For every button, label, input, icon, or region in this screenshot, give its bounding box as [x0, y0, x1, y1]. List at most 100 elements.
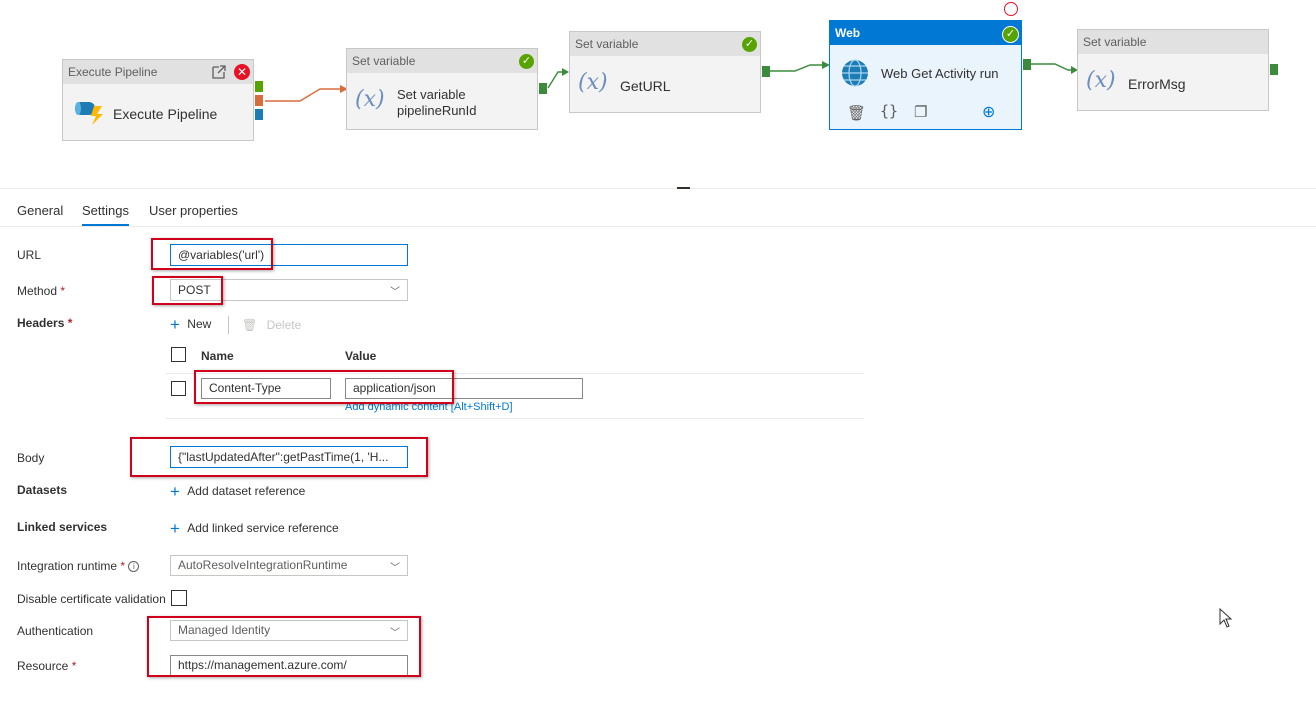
clone-icon[interactable]: ❐ — [914, 103, 927, 121]
activity-name: GetURL — [620, 78, 671, 94]
url-value: @variables('url') — [178, 248, 265, 262]
success-port[interactable] — [255, 81, 263, 92]
linked-services-label: Linked services — [17, 520, 108, 534]
header-name-value: Content-Type — [209, 381, 282, 395]
activity-type-label: Web — [835, 26, 861, 40]
url-label: URL — [17, 248, 42, 262]
body-input[interactable]: {"lastUpdatedAfter":getPastTime(1, 'H... — [170, 446, 408, 468]
resize-handle[interactable] — [677, 187, 690, 189]
execute-pipeline-icon — [75, 102, 103, 125]
success-check-icon: ✓ — [519, 54, 534, 69]
chevron-down-icon: ﹀ — [390, 563, 400, 574]
chevron-down-icon: ﹀ — [390, 628, 400, 639]
method-value: POST — [178, 283, 211, 297]
failure-port[interactable] — [255, 95, 263, 106]
pipeline-canvas[interactable]: Execute Pipeline ✕ Execute Pipeline Set … — [0, 0, 1316, 188]
set-variable-geturl-activity[interactable]: Set variable ✓ (x) GetURL — [569, 31, 761, 113]
activity-name: Web Get Activity run — [881, 66, 999, 81]
resource-input[interactable]: https://management.azure.com/ — [170, 655, 408, 676]
column-header-name: Name — [201, 349, 234, 363]
completion-port[interactable] — [255, 109, 263, 120]
header-name-input[interactable]: Content-Type — [201, 378, 331, 399]
header-table-bottom — [166, 418, 864, 419]
delete-label: Delete — [266, 318, 302, 332]
toolbar-separator — [228, 316, 229, 334]
activity-header: Web ✓ — [830, 21, 1021, 45]
activity-type-label: Set variable — [575, 37, 639, 51]
delete-header-button[interactable]: 🗑 Delete — [242, 318, 301, 332]
web-activity-error-indicator — [1004, 2, 1018, 16]
select-all-checkbox[interactable] — [171, 347, 186, 362]
add-dataset-reference-button[interactable]: + Add dataset reference — [170, 482, 305, 502]
dynamic-content-hint[interactable]: Add dynamic content [Alt+Shift+D] — [345, 401, 513, 413]
header-row-divider — [166, 373, 864, 374]
error-icon[interactable]: ✕ — [234, 64, 250, 80]
required-marker: * — [120, 559, 126, 573]
plus-icon: + — [170, 315, 180, 334]
header-value-input[interactable]: application/json — [345, 378, 583, 399]
integration-runtime-label: Integration runtime * i — [17, 559, 140, 573]
chevron-down-icon: ﹀ — [390, 287, 400, 298]
method-label-text: Method — [17, 284, 58, 298]
authentication-value: Managed Identity — [178, 623, 271, 637]
variable-icon: (x) — [578, 70, 608, 95]
required-marker: * — [67, 316, 73, 330]
method-label: Method * — [17, 284, 65, 298]
set-variable-pipelinerunid-activity[interactable]: Set variable ✓ (x) Set variable pipeline… — [346, 48, 538, 130]
activity-type-label: Set variable — [352, 54, 416, 68]
web-get-activity-run[interactable]: Web ✓ Web Get Activity run 🗑 {} ❐ ⊕ — [829, 20, 1022, 130]
success-check-icon: ✓ — [742, 37, 757, 52]
tab-general[interactable]: General — [17, 203, 63, 218]
add-dataset-label: Add dataset reference — [187, 484, 306, 498]
activity-name-line1: Set variable — [397, 87, 466, 102]
plus-icon: + — [170, 482, 180, 501]
url-input[interactable]: @variables('url') — [170, 244, 408, 266]
failure-connector — [265, 88, 340, 102]
authentication-label: Authentication — [17, 624, 94, 638]
required-marker: * — [71, 659, 77, 673]
new-header-button[interactable]: + New — [170, 315, 211, 335]
open-external-icon[interactable] — [211, 64, 227, 80]
authentication-select[interactable]: Managed Identity ﹀ — [170, 620, 408, 641]
datasets-label: Datasets — [17, 483, 68, 497]
activity-header: Set variable ✓ — [570, 32, 760, 56]
disable-cert-label: Disable certificate validation — [17, 592, 166, 606]
success-connector-1 — [547, 71, 562, 89]
activity-header: Set variable ✓ — [347, 49, 537, 73]
headers-label: Headers * — [17, 316, 72, 330]
success-port[interactable] — [539, 83, 547, 94]
variable-icon: (x) — [1086, 68, 1116, 93]
panel-divider — [0, 188, 1316, 189]
success-check-icon: ✓ — [1002, 26, 1019, 43]
new-label: New — [187, 317, 212, 331]
dynamic-hint-text: Add dynamic content — [345, 401, 448, 413]
info-icon[interactable]: i — [128, 561, 140, 572]
mouse-cursor-icon — [1219, 608, 1233, 628]
delete-icon[interactable]: 🗑 — [847, 104, 866, 122]
activity-type-label: Execute Pipeline — [68, 65, 158, 79]
delete-icon: 🗑 — [242, 318, 258, 332]
execute-pipeline-activity[interactable]: Execute Pipeline ✕ Execute Pipeline — [62, 59, 254, 141]
integration-runtime-select[interactable]: AutoResolveIntegrationRuntime ﹀ — [170, 555, 408, 576]
tabs-divider — [0, 226, 1316, 227]
resource-label: Resource * — [17, 659, 76, 673]
tab-user-properties[interactable]: User properties — [149, 203, 238, 218]
add-linked-service-reference-button[interactable]: + Add linked service reference — [170, 519, 339, 539]
tab-settings[interactable]: Settings — [82, 203, 129, 226]
success-port[interactable] — [762, 66, 770, 77]
method-select[interactable]: POST ﹀ — [170, 279, 408, 301]
add-output-icon[interactable]: ⊕ — [982, 102, 995, 122]
success-port[interactable] — [1270, 64, 1278, 75]
activity-name: ErrorMsg — [1128, 76, 1186, 92]
resource-value: https://management.azure.com/ — [178, 658, 347, 672]
variable-icon: (x) — [355, 87, 385, 112]
activity-type-label: Set variable — [1083, 35, 1147, 49]
globe-icon — [842, 59, 868, 87]
table-row-checkbox[interactable] — [171, 381, 186, 396]
activity-name: Execute Pipeline — [113, 106, 218, 122]
code-icon[interactable]: {} — [880, 102, 898, 120]
column-header-value: Value — [345, 349, 377, 363]
disable-cert-checkbox[interactable] — [171, 590, 187, 606]
success-port[interactable] — [1023, 59, 1031, 70]
set-variable-errormsg-activity[interactable]: Set variable (x) ErrorMsg — [1077, 29, 1269, 111]
